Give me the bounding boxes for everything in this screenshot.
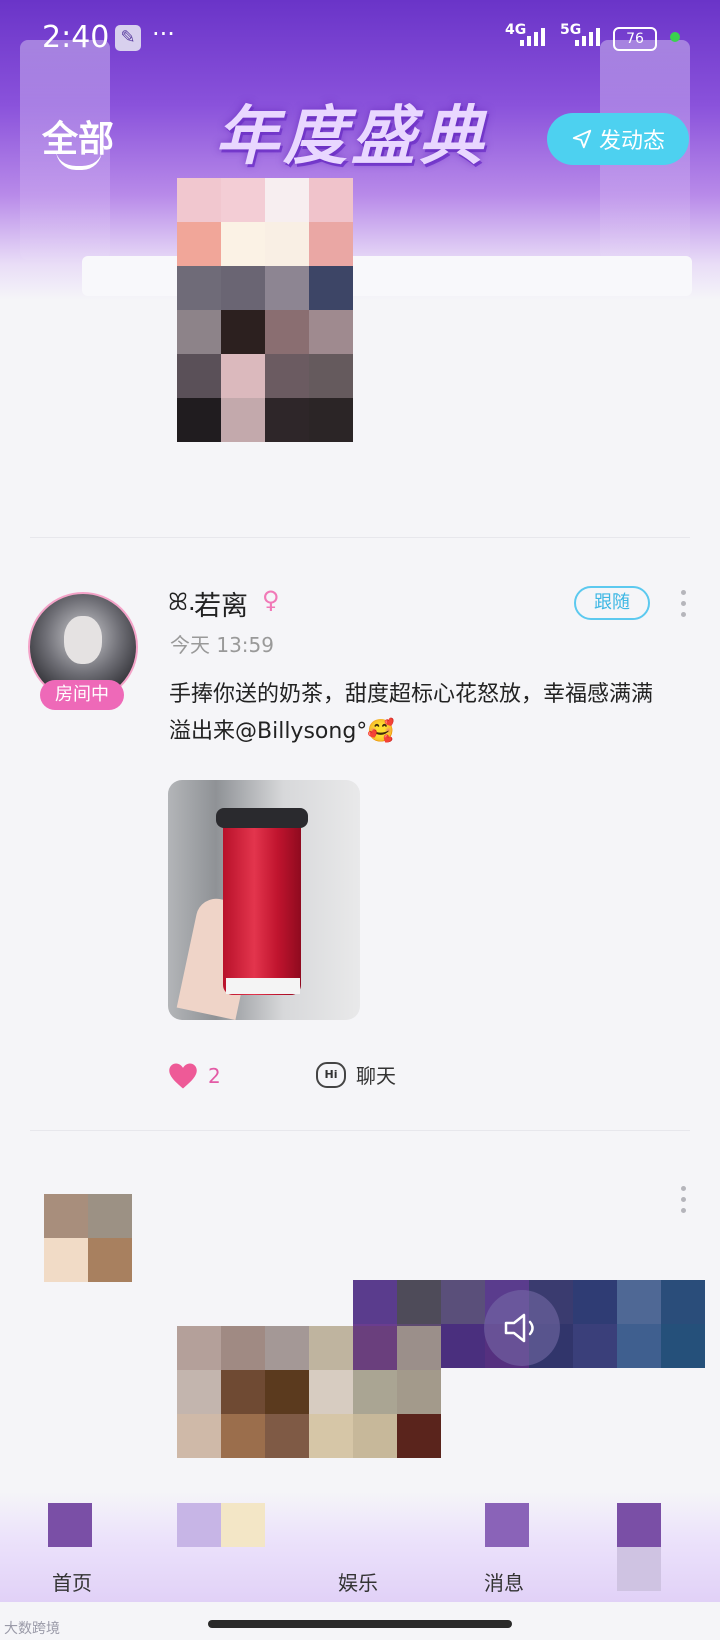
paper-plane-icon: [572, 129, 592, 149]
nav-icon-messages: [485, 1503, 529, 1547]
mute-toggle-button[interactable]: [484, 1290, 560, 1366]
nav-icon-home: [48, 1503, 92, 1547]
home-indicator[interactable]: [208, 1620, 512, 1628]
more-options-icon[interactable]: [681, 590, 687, 623]
privacy-dot-icon: [670, 32, 680, 42]
avatar-face: [64, 616, 102, 664]
female-icon: ♀: [262, 586, 280, 614]
post-image[interactable]: [168, 780, 360, 1020]
chat-label: 聊天: [356, 1064, 396, 1088]
in-room-badge[interactable]: 房间中: [40, 680, 124, 710]
nav-item-home[interactable]: 首页: [52, 1567, 92, 1596]
nav-icon-placeholder: [177, 1503, 265, 1547]
username[interactable]: 若离: [194, 584, 248, 623]
username-prefix: ꕤ.: [168, 588, 196, 616]
follow-button[interactable]: 跟随: [574, 586, 650, 620]
pixelated-image: [177, 1326, 441, 1458]
photo-cup: [223, 820, 301, 995]
watermark: 大数跨境: [4, 1621, 60, 1637]
wrench-icon: ✎: [115, 25, 141, 51]
nav-item-entertainment[interactable]: 娱乐: [338, 1567, 378, 1596]
pixelated-image: [177, 178, 353, 442]
previous-post-card: [82, 256, 692, 296]
photo-cup-base: [226, 978, 300, 994]
more-options-icon[interactable]: [681, 1186, 687, 1219]
post-divider: [30, 1130, 690, 1131]
nav-icon-profile: [617, 1503, 661, 1591]
post-text: 手捧你送的奶茶，甜度超标心花怒放，幸福感满满 溢出来@Billysong°🥰: [169, 676, 689, 750]
status-time: 2:40: [42, 20, 110, 55]
post-dynamic-button[interactable]: 发动态: [547, 113, 689, 165]
photo-cup-lid: [216, 808, 308, 828]
signal-bars-icon: [575, 28, 600, 46]
status-bar: 2:40 ✎ ··· 4G 5G 76: [0, 0, 720, 78]
like-count: 2: [208, 1064, 221, 1088]
pixelated-avatar: [44, 1194, 132, 1282]
banner-title: 年度盛典: [215, 100, 487, 174]
battery-icon: 76: [613, 27, 657, 51]
chat-hi-icon: Hi: [316, 1061, 346, 1088]
post-time: 今天 13:59: [170, 633, 274, 657]
nav-item-messages[interactable]: 消息: [484, 1567, 524, 1596]
heart-icon: [169, 1063, 197, 1089]
post-button-label: 发动态: [598, 129, 665, 154]
signal-bars-icon: [520, 28, 545, 46]
like-button[interactable]: 2: [168, 1062, 221, 1090]
status-more-dots: ···: [152, 20, 175, 48]
post-text-line1: 手捧你送的奶茶，甜度超标心花怒放，幸福感满满: [169, 682, 654, 707]
speaker-icon: [504, 1313, 534, 1343]
chat-button[interactable]: Hi 聊天: [316, 1060, 396, 1089]
post-divider: [30, 537, 690, 538]
post-text-line2: 溢出来@Billysong°🥰: [169, 719, 395, 744]
